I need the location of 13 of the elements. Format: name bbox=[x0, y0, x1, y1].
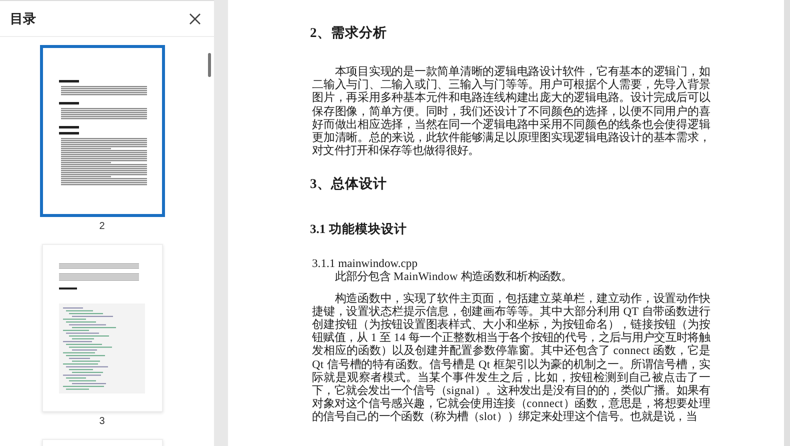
subsection-heading: 3.1 功能模块设计 bbox=[310, 222, 408, 236]
page-number: 2 bbox=[99, 221, 105, 232]
section-heading: 3、总体设计 bbox=[310, 177, 388, 192]
scrollbar-thumb[interactable] bbox=[208, 53, 210, 77]
close-button[interactable] bbox=[188, 12, 202, 26]
body-paragraph: 本项目实现的是一款简单清晰的逻辑电路设计软件，它有基本的逻辑门，如二输入与门、二输入或门、三输入与门等等。用户可根据个人需要，先导入背景图片，再采用多种基本元件和电路连线构建出庞大的逻辑电路。设计完成后可以保存图像，简单方便。同时，我们还设计了不同颜色的选择，以便不同用户的喜好而做出相应选择，当然在同一个逻辑电路中采用不同颜色的线条也会使得逻辑更加清晰。总的来说，此软件能够满足以原理图实现逻辑电路设计的基本需求，对文件打开和保存等也做得很好。 bbox=[312, 66, 710, 158]
section-heading: 2、需求分析 bbox=[310, 26, 388, 40]
page-thumbnail[interactable] bbox=[40, 45, 164, 217]
subsubsection-heading: 3.1.1 mainwindow.cpp bbox=[312, 256, 419, 270]
body-paragraph: 此部分包含 MainWindow 构造函数和析构函数。 bbox=[334, 271, 574, 285]
page-number: 3 bbox=[99, 416, 105, 427]
body-paragraph: 构造函数中，实现了软件主页面，包括建立菜单栏，建立动作，设置动作快捷键，设置状态栏提示信息，创建画布等等。其中大部分利用 QT 自带函数进行创建按钮（为按钮设置图表样式、大小和坐标，为按钮命名），链接按钮（为按钮赋值，从 1 至 14 每一个正整数相当于各个按钮的代号，之后与用户交互时将触发相应的函数）以及创建并配置参数停靠窗。其中还包含了 connect 函数，它是 Qt 信号槽的特有函数。信号槽是 Qt 框架引以为豪的机制之一。所谓信号槽，实际就是观察者模式。当某个事件发生之后，比如，按钮检测到自己被点击了一下，它就会发出一个信号（signal）。这种发出是没有目的的，类似广播。如果有对象对这个信号感兴趣，它就会使用连接（connect）函数，意思是，将想要处理的信号自己的一个函数（称为槽（slot））绑定来处理这个信号。也就是说，当 bbox=[312, 292, 710, 425]
sidebar-title: 目录 bbox=[10, 10, 36, 28]
